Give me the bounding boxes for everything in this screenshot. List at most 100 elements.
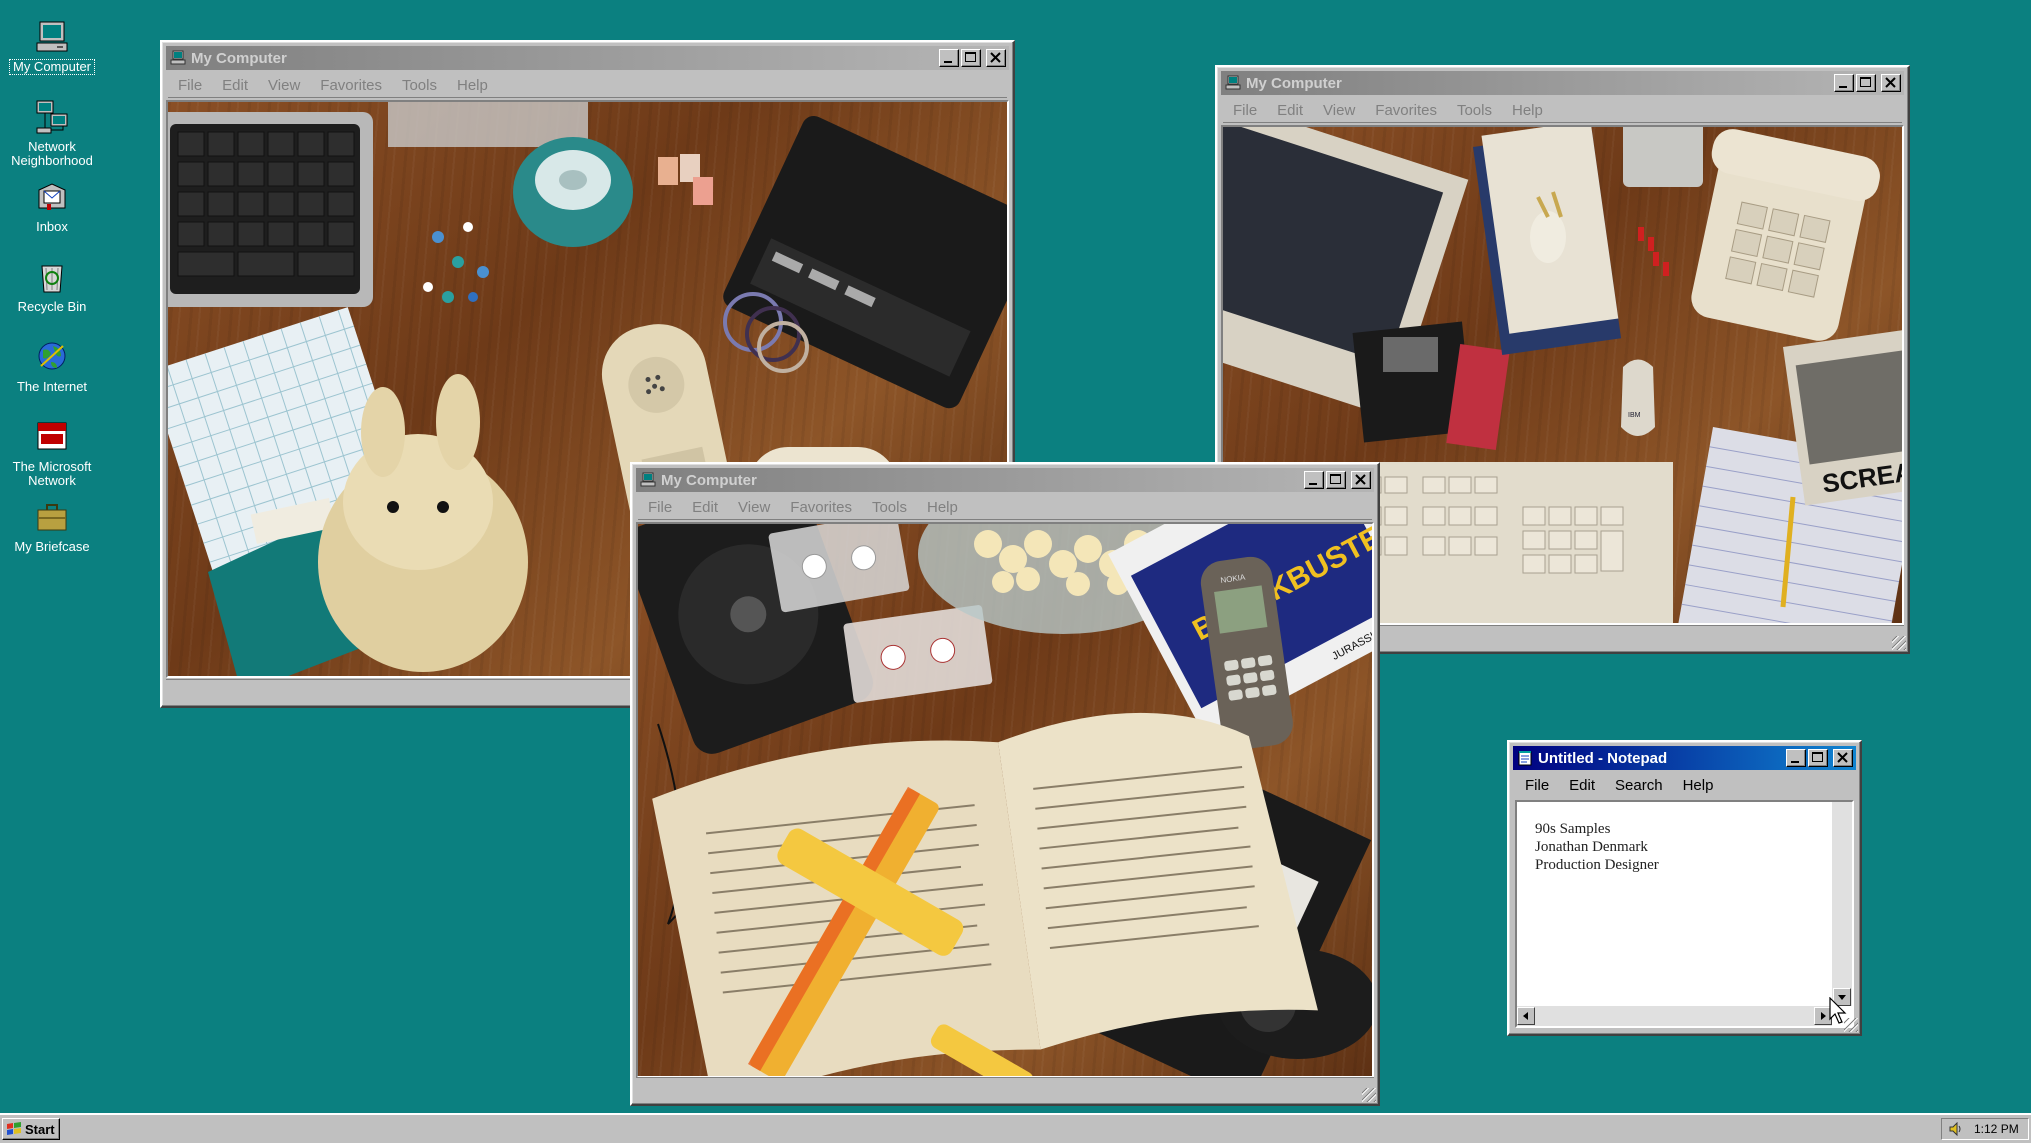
- menu-file[interactable]: File: [178, 77, 202, 94]
- msn-icon: [33, 418, 71, 456]
- menu-view[interactable]: View: [1323, 102, 1355, 119]
- minimize-icon: [1791, 761, 1799, 763]
- resize-grip[interactable]: [1362, 1088, 1376, 1102]
- start-button[interactable]: Start: [2, 1118, 60, 1140]
- menu-file[interactable]: File: [1233, 102, 1257, 119]
- taskbar: Start 1:12 PM: [0, 1113, 2031, 1143]
- menu-help[interactable]: Help: [1683, 777, 1714, 794]
- network-neighborhood-icon: [33, 98, 71, 136]
- windows-logo-icon: [7, 1122, 21, 1135]
- desktop-icon-msn[interactable]: The Microsoft Network: [10, 418, 94, 488]
- menu-search[interactable]: Search: [1615, 777, 1663, 794]
- system-tray: 1:12 PM: [1941, 1118, 2029, 1140]
- minimize-button[interactable]: [939, 49, 959, 67]
- close-icon: [1355, 474, 1366, 485]
- vertical-scrollbar[interactable]: [1832, 802, 1852, 1006]
- menu-view[interactable]: View: [738, 499, 770, 516]
- desktop-icon-network-neighborhood[interactable]: Network Neighborhood: [10, 98, 94, 168]
- window-titlebar[interactable]: My Computer: [166, 46, 1009, 70]
- menu-tools[interactable]: Tools: [1457, 102, 1492, 119]
- close-button[interactable]: [1833, 749, 1853, 767]
- desktop-icon-inbox[interactable]: Inbox: [10, 178, 94, 234]
- close-button[interactable]: [986, 49, 1006, 67]
- close-button[interactable]: [1351, 471, 1371, 489]
- resize-grip[interactable]: [1892, 636, 1906, 650]
- close-icon: [1837, 752, 1848, 763]
- recycle-bin-icon: [33, 258, 71, 296]
- menu-favorites[interactable]: Favorites: [790, 499, 852, 516]
- desktop-icon-recycle-bin[interactable]: Recycle Bin: [10, 258, 94, 314]
- menu-tools[interactable]: Tools: [402, 77, 437, 94]
- window-title: My Computer: [1246, 74, 1342, 92]
- window-title: My Computer: [191, 49, 287, 67]
- menu-help[interactable]: Help: [1512, 102, 1543, 119]
- menu-favorites[interactable]: Favorites: [320, 77, 382, 94]
- briefcase-icon: [33, 498, 71, 536]
- menu-bar: File Edit View Favorites Tools Help: [1223, 98, 1902, 123]
- menu-bar: File Edit Search Help: [1515, 773, 1854, 797]
- maximize-button[interactable]: [1856, 74, 1876, 92]
- menu-view[interactable]: View: [268, 77, 300, 94]
- mouse-pointer-icon: [1829, 997, 1847, 1024]
- minimize-icon: [1309, 483, 1317, 485]
- inbox-icon: [33, 178, 71, 216]
- menu-edit[interactable]: Edit: [222, 77, 248, 94]
- minimize-button[interactable]: [1834, 74, 1854, 92]
- window-title: My Computer: [661, 471, 757, 489]
- menu-edit[interactable]: Edit: [1569, 777, 1595, 794]
- desktop-icon-my-computer[interactable]: My Computer: [9, 18, 95, 75]
- minimize-icon: [944, 61, 952, 63]
- maximize-button[interactable]: [1808, 749, 1828, 767]
- window-titlebar[interactable]: Untitled - Notepad: [1513, 746, 1856, 770]
- desktop-icon-label: The Microsoft Network: [12, 459, 92, 488]
- window-titlebar[interactable]: My Computer: [636, 468, 1374, 492]
- menu-help[interactable]: Help: [927, 499, 958, 516]
- desktop-icon-internet[interactable]: The Internet: [10, 338, 94, 394]
- window-titlebar[interactable]: My Computer: [1221, 71, 1904, 95]
- my-computer-icon: [1225, 75, 1241, 90]
- desktop-icon-label: The Internet: [16, 379, 88, 394]
- menu-file[interactable]: File: [648, 499, 672, 516]
- notepad-line: 90s Samples: [1535, 821, 1611, 837]
- close-icon: [1885, 77, 1896, 88]
- menu-tools[interactable]: Tools: [872, 499, 907, 516]
- maximize-button[interactable]: [961, 49, 981, 67]
- start-label: Start: [25, 1121, 55, 1137]
- maximize-button[interactable]: [1326, 471, 1346, 489]
- desktop-icon-label: My Computer: [9, 59, 95, 75]
- desktop-icon-label: Network Neighborhood: [11, 139, 93, 168]
- window-my-computer-center[interactable]: My Computer File Edit View Favorites Too…: [630, 462, 1380, 1106]
- menu-favorites[interactable]: Favorites: [1375, 102, 1437, 119]
- notepad-icon: [1518, 751, 1532, 766]
- notepad-line: Production Designer: [1535, 857, 1659, 873]
- window-notepad[interactable]: Untitled - Notepad File Edit Search Help…: [1507, 740, 1862, 1036]
- maximize-icon: [1860, 77, 1871, 87]
- maximize-icon: [1812, 752, 1823, 762]
- horizontal-scrollbar[interactable]: [1517, 1006, 1832, 1026]
- arrow-left-icon: [1523, 1012, 1528, 1020]
- desktop-icon-label: My Briefcase: [14, 539, 90, 554]
- clock[interactable]: 1:12 PM: [1974, 1122, 2019, 1136]
- maximize-icon: [1330, 474, 1341, 484]
- menu-edit[interactable]: Edit: [692, 499, 718, 516]
- desktop-icon-briefcase[interactable]: My Briefcase: [10, 498, 94, 554]
- scroll-left-button[interactable]: [1517, 1007, 1535, 1025]
- speaker-icon[interactable]: [1948, 1122, 1964, 1136]
- menu-help[interactable]: Help: [457, 77, 488, 94]
- close-button[interactable]: [1881, 74, 1901, 92]
- window-photo-desk-center: BLOCKBUSTER JURASSIC PARK NOKIA: [636, 522, 1374, 1078]
- notepad-line: Jonathan Denmark: [1535, 839, 1648, 855]
- my-computer-icon: [33, 18, 71, 56]
- menu-bar: File Edit View Favorites Tools Help: [638, 495, 1372, 520]
- menu-edit[interactable]: Edit: [1277, 102, 1303, 119]
- notepad-text-area[interactable]: 90s Samples Jonathan Denmark Production …: [1515, 800, 1854, 1028]
- status-bar: [636, 1077, 1374, 1100]
- window-title: Untitled - Notepad: [1538, 749, 1668, 767]
- close-icon: [990, 52, 1001, 63]
- minimize-button[interactable]: [1304, 471, 1324, 489]
- mouse-brand: IBM: [1628, 412, 1641, 419]
- desktop-icon-label: Inbox: [36, 219, 68, 234]
- minimize-button[interactable]: [1786, 749, 1806, 767]
- my-computer-icon: [170, 50, 186, 65]
- menu-file[interactable]: File: [1525, 777, 1549, 794]
